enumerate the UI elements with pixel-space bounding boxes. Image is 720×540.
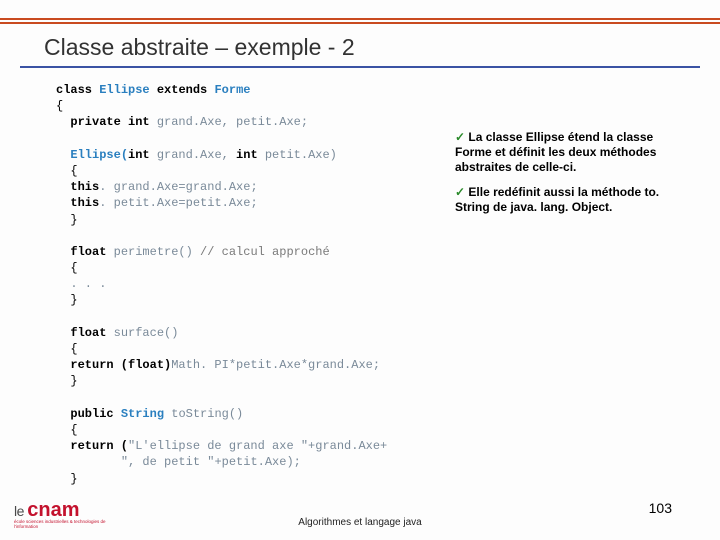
kw-extends: extends <box>157 83 207 97</box>
m-surface: surface() <box>114 326 179 340</box>
brace: { <box>56 99 63 113</box>
note-1: ✓ La classe Ellipse étend la classe Form… <box>455 130 685 175</box>
kw-class: class <box>56 83 92 97</box>
kw-private-int: private int <box>70 115 156 129</box>
check-icon: ✓ <box>455 130 465 144</box>
ctor: Ellipse( <box>70 148 128 162</box>
fields: grand.Axe, petit.Axe; <box>157 115 308 129</box>
note-2: ✓ Elle redéfinit aussi la méthode to. St… <box>455 185 685 215</box>
code-block: class Ellipse extends Forme { private in… <box>56 82 446 487</box>
m-tostring: toString() <box>171 407 243 421</box>
top-accent-bar <box>0 18 720 24</box>
footer-text: Algorithmes et langage java <box>0 517 720 528</box>
m-perimetre: perimetre() <box>114 245 193 259</box>
check-icon: ✓ <box>455 185 465 199</box>
title-underline <box>20 66 700 68</box>
cls-ellipse: Ellipse <box>99 83 149 97</box>
notes-panel: ✓ La classe Ellipse étend la classe Form… <box>455 130 685 225</box>
kw-float: float <box>70 245 113 259</box>
page-title: Classe abstraite – exemple - 2 <box>44 34 355 61</box>
comment: // calcul approché <box>193 245 330 259</box>
cls-forme: Forme <box>214 83 250 97</box>
page-number: 103 <box>649 500 672 516</box>
